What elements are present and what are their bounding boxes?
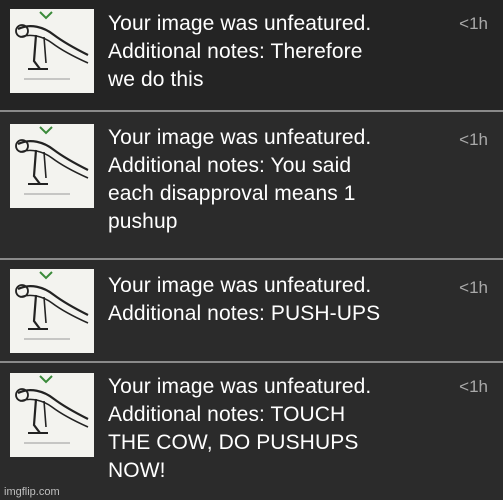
notification-note-line: NOW!: [108, 459, 166, 482]
notification-time: <1h: [459, 130, 488, 149]
pushup-figure-icon: [10, 124, 94, 208]
notification-item[interactable]: Your image was unfeatured. Additional no…: [0, 260, 503, 363]
pushup-thumbnail: [10, 124, 94, 208]
notification-note-line: Additional notes: Therefore: [108, 40, 363, 63]
notification-note-line: pushup: [108, 210, 178, 233]
notification-text: Your image was unfeatured. Additional no…: [108, 373, 438, 485]
notification-text: Your image was unfeatured. Additional no…: [108, 272, 438, 328]
notification-title: Your image was unfeatured.: [108, 12, 372, 35]
pushup-figure-icon: [10, 373, 94, 457]
imgflip-watermark: imgflip.com: [4, 486, 60, 498]
pushup-thumbnail: [10, 269, 94, 353]
pushup-figure-icon: [10, 9, 94, 93]
notification-title: Your image was unfeatured.: [108, 274, 372, 297]
pushup-thumbnail: [10, 373, 94, 457]
notification-time: <1h: [459, 14, 488, 33]
pushup-thumbnail: [10, 9, 94, 93]
notification-title: Your image was unfeatured.: [108, 375, 372, 398]
notification-time: <1h: [459, 377, 488, 396]
notification-title: Your image was unfeatured.: [108, 126, 372, 149]
notification-time: <1h: [459, 278, 488, 297]
notification-note-line: Additional notes: TOUCH: [108, 403, 346, 426]
notification-note-line: Additional notes: You said: [108, 154, 352, 177]
notification-text: Your image was unfeatured. Additional no…: [108, 10, 438, 94]
notification-text: Your image was unfeatured. Additional no…: [108, 124, 438, 236]
notification-note-line: each disapproval means 1: [108, 182, 356, 205]
notification-note-line: Additional notes: PUSH-UPS: [108, 302, 381, 325]
notification-item[interactable]: Your image was unfeatured. Additional no…: [0, 112, 503, 260]
pushup-figure-icon: [10, 269, 94, 353]
notification-note-line: THE COW, DO PUSHUPS: [108, 431, 359, 454]
notification-item[interactable]: Your image was unfeatured. Additional no…: [0, 363, 503, 500]
notification-item[interactable]: Your image was unfeatured. Additional no…: [0, 0, 503, 112]
notification-note-line: we do this: [108, 68, 204, 91]
